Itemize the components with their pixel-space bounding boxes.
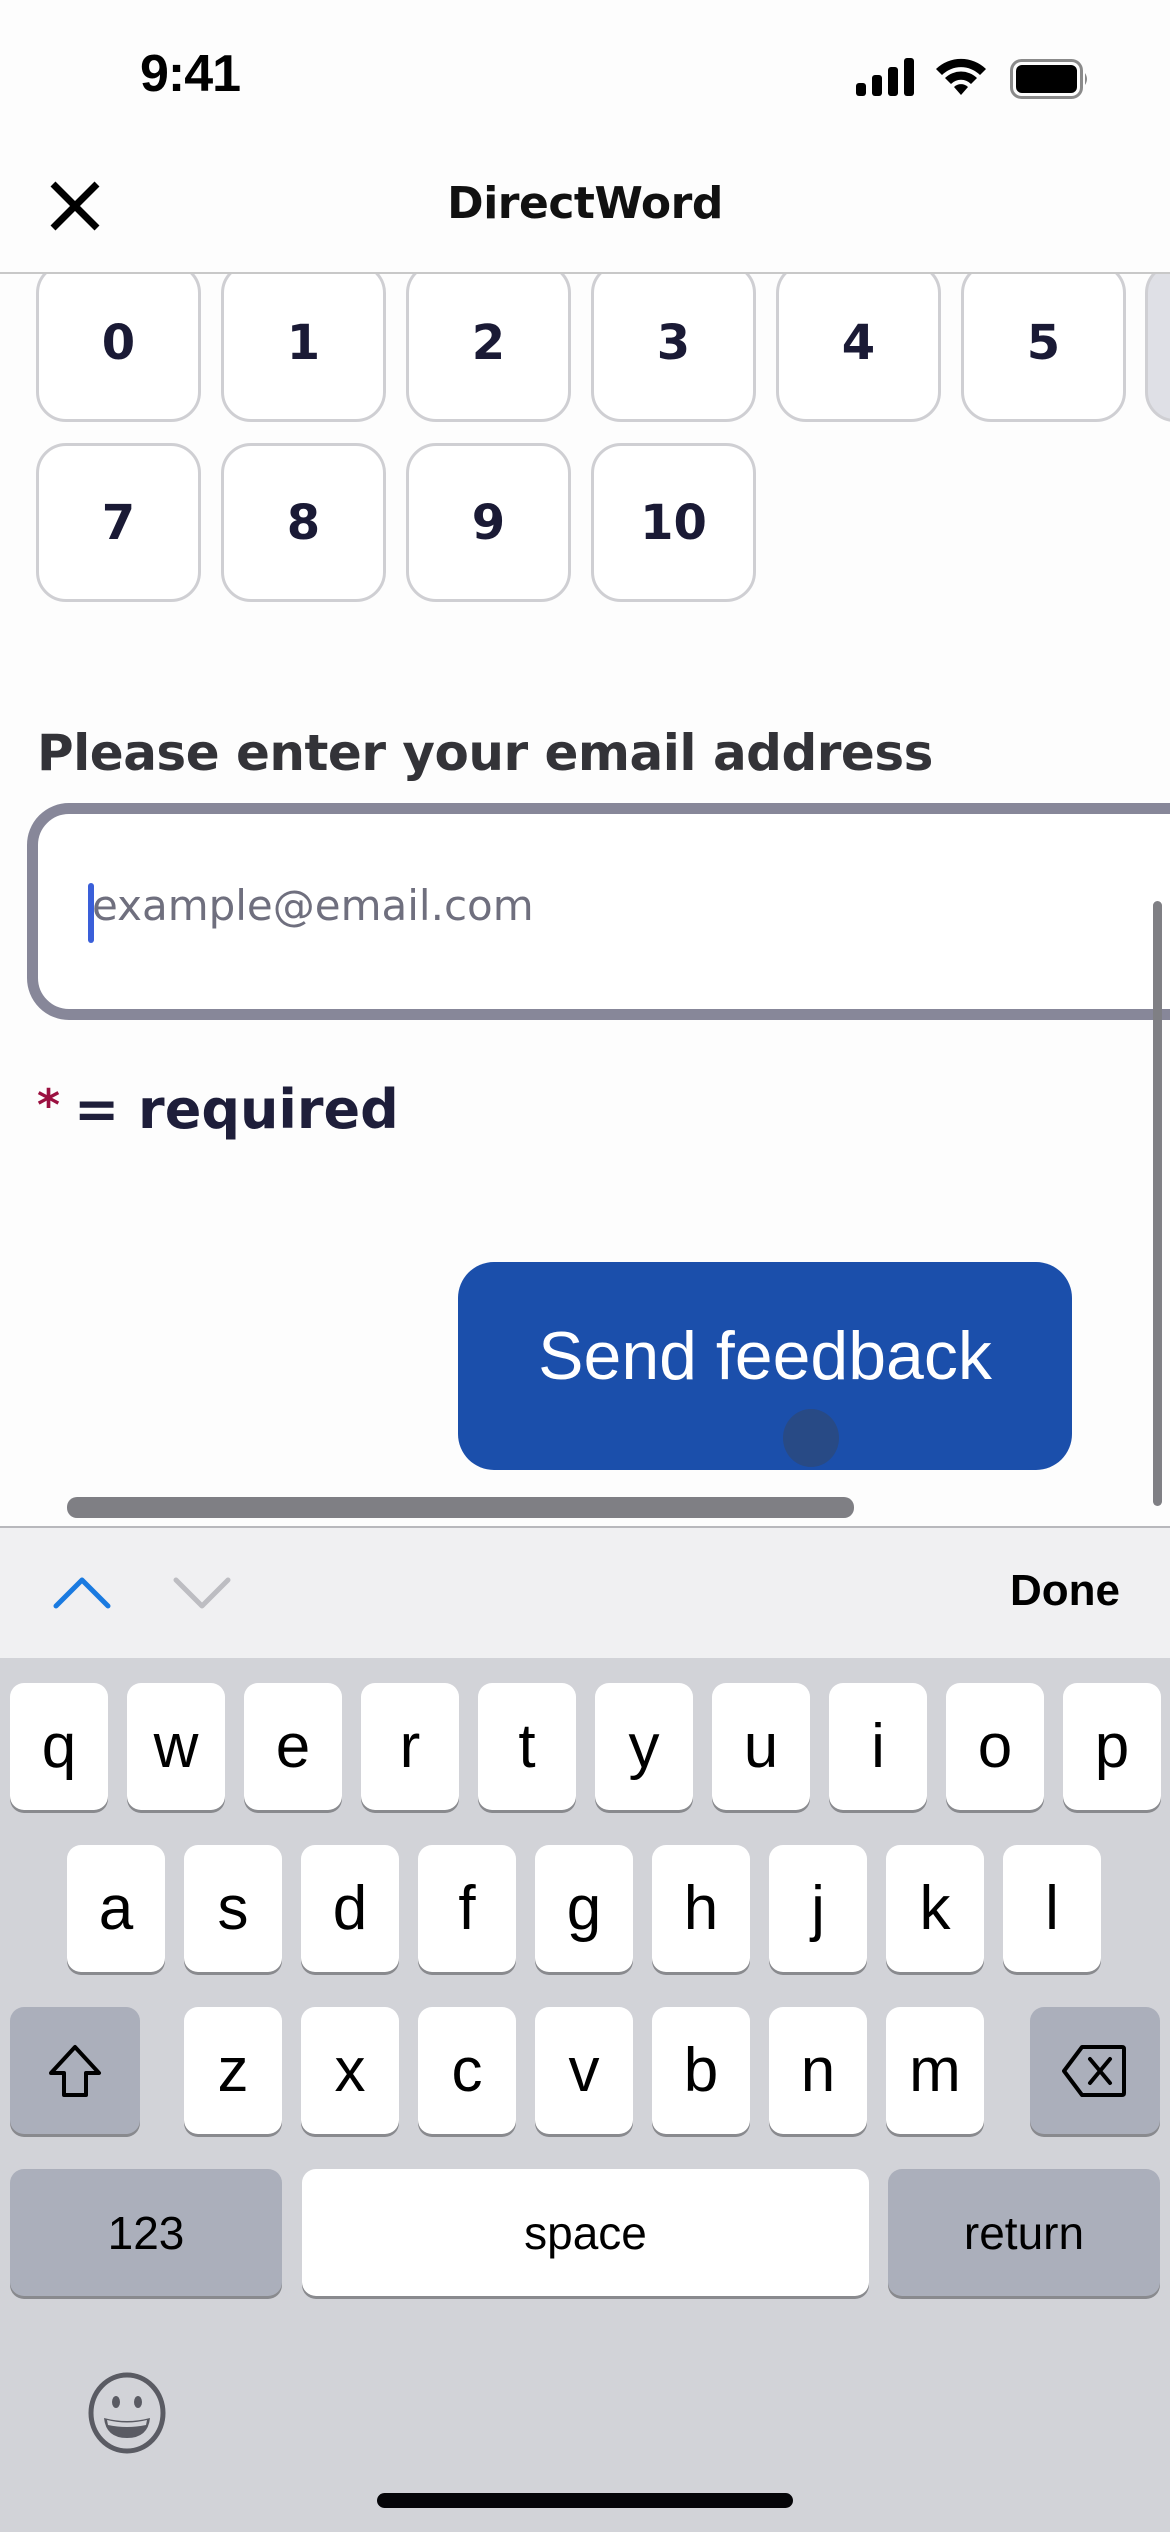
rating-option-7[interactable]: 7: [36, 443, 201, 602]
wifi-icon: [936, 58, 986, 95]
key-w[interactable]: w: [127, 1683, 225, 1810]
key-i[interactable]: i: [829, 1683, 927, 1810]
key-h[interactable]: h: [652, 1845, 750, 1972]
email-field[interactable]: [27, 803, 1170, 1020]
key-o[interactable]: o: [946, 1683, 1044, 1810]
delete-icon: [1062, 2044, 1126, 2097]
key-r[interactable]: r: [361, 1683, 459, 1810]
rating-option-10[interactable]: 10: [591, 443, 756, 602]
key-c[interactable]: c: [418, 2007, 516, 2134]
key-x[interactable]: x: [301, 2007, 399, 2134]
signal-icon: [856, 58, 914, 96]
rating-option-1[interactable]: 1: [221, 263, 386, 422]
battery-icon: [1010, 59, 1087, 99]
rating-option-0[interactable]: 0: [36, 263, 201, 422]
rating-option-9[interactable]: 9: [406, 443, 571, 602]
shift-key[interactable]: [10, 2007, 140, 2134]
key-f[interactable]: f: [418, 1845, 516, 1972]
vertical-scrollbar[interactable]: [1153, 901, 1162, 1506]
chevron-down-icon[interactable]: [172, 1576, 232, 1612]
key-y[interactable]: y: [595, 1683, 693, 1810]
key-a[interactable]: a: [67, 1845, 165, 1972]
status-time: 9:41: [140, 45, 241, 103]
shift-icon: [49, 2044, 101, 2097]
rating-option-2[interactable]: 2: [406, 263, 571, 422]
page-title: DirectWord: [447, 178, 723, 229]
required-note: * = required: [37, 1078, 399, 1141]
horizontal-scrollbar[interactable]: [67, 1497, 854, 1518]
key-n[interactable]: n: [769, 2007, 867, 2134]
required-text: = required: [74, 1078, 399, 1141]
rating-option-3[interactable]: 3: [591, 263, 756, 422]
rating-option-4[interactable]: 4: [776, 263, 941, 422]
key-u[interactable]: u: [712, 1683, 810, 1810]
rating-option-8[interactable]: 8: [221, 443, 386, 602]
key-e[interactable]: e: [244, 1683, 342, 1810]
numbers-key[interactable]: 123: [10, 2169, 282, 2296]
key-m[interactable]: m: [886, 2007, 984, 2134]
key-t[interactable]: t: [478, 1683, 576, 1810]
key-z[interactable]: z: [184, 2007, 282, 2134]
key-j[interactable]: j: [769, 1845, 867, 1972]
text-caret: [88, 883, 94, 943]
send-feedback-button[interactable]: Send feedback: [458, 1262, 1072, 1470]
done-button[interactable]: Done: [1010, 1566, 1120, 1616]
return-key[interactable]: return: [888, 2169, 1160, 2296]
key-p[interactable]: p: [1063, 1683, 1161, 1810]
key-b[interactable]: b: [652, 2007, 750, 2134]
key-s[interactable]: s: [184, 1845, 282, 1972]
home-indicator: [377, 2493, 793, 2508]
rating-option-5[interactable]: 5: [961, 263, 1126, 422]
email-input[interactable]: [92, 870, 992, 940]
key-g[interactable]: g: [535, 1845, 633, 1972]
emoji-icon[interactable]: [86, 2372, 168, 2454]
touch-indicator: [783, 1409, 839, 1467]
chevron-up-icon[interactable]: [52, 1574, 112, 1610]
email-label: Please enter your email address: [37, 724, 933, 782]
key-q[interactable]: q: [10, 1683, 108, 1810]
key-d[interactable]: d: [301, 1845, 399, 1972]
rating-option-6[interactable]: 6: [1145, 263, 1170, 422]
key-l[interactable]: l: [1003, 1845, 1101, 1972]
space-key[interactable]: space: [302, 2169, 869, 2296]
required-star: *: [37, 1080, 61, 1131]
key-v[interactable]: v: [535, 2007, 633, 2134]
key-k[interactable]: k: [886, 1845, 984, 1972]
send-feedback-label: Send feedback: [538, 1318, 992, 1394]
delete-key[interactable]: [1030, 2007, 1160, 2134]
